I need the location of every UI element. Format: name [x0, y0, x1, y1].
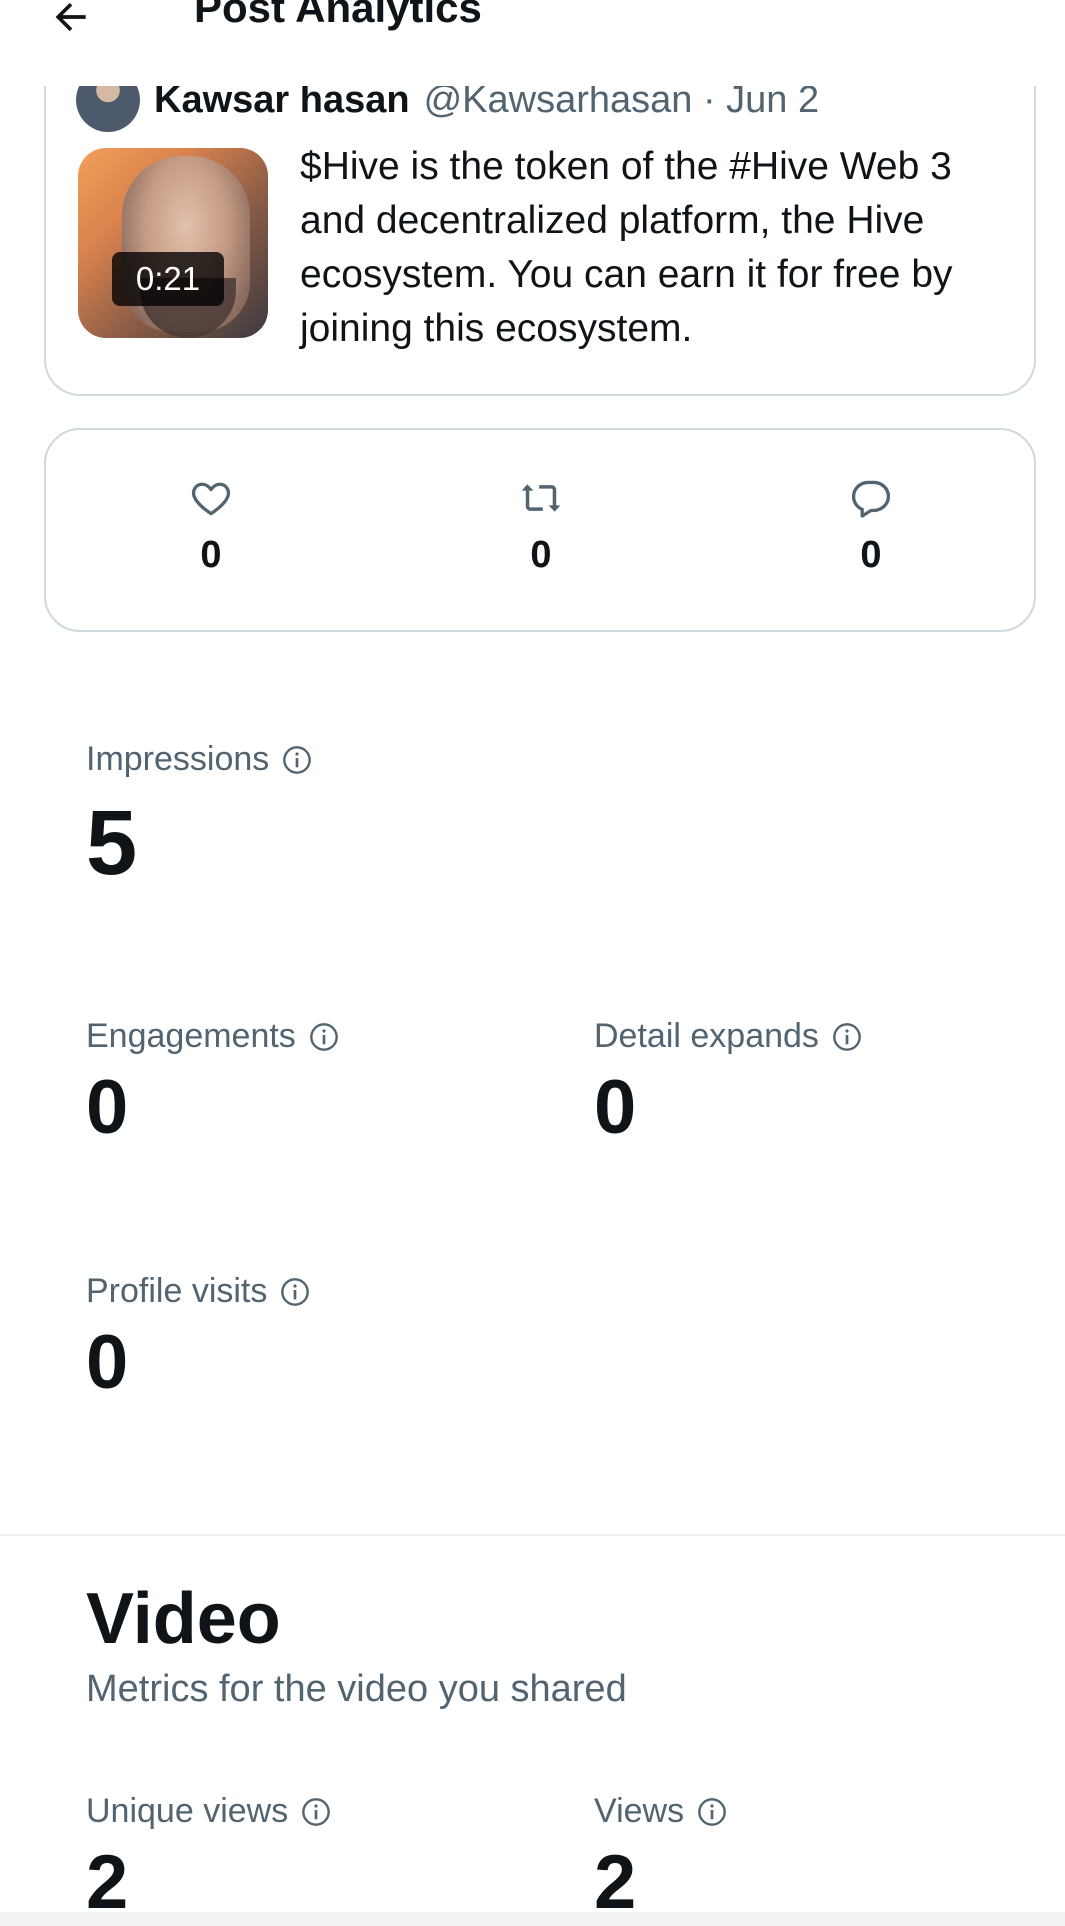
unique-views-metric: Unique views 2 — [86, 1792, 332, 1921]
info-icon[interactable] — [696, 1796, 728, 1828]
post-preview-card[interactable]: Kawsar hasan @Kawsarhasan · Jun 2 0:21 $… — [44, 40, 1036, 396]
reposts-count: 0 — [530, 534, 552, 576]
profile-visits-value: 0 — [86, 1320, 129, 1405]
reposts-stat[interactable]: 0 — [491, 476, 591, 577]
post-analytics-page: Post Analytics Kawsar hasan @Kawsarhasan… — [0, 0, 1065, 1926]
section-divider — [0, 1534, 1065, 1536]
engagement-summary-card: 0 0 0 — [44, 428, 1036, 632]
repost-icon — [521, 484, 561, 512]
video-section-subtitle: Metrics for the video you shared — [86, 1668, 627, 1710]
reply-bubble-icon — [851, 480, 891, 518]
info-icon[interactable] — [279, 1276, 311, 1308]
engagements-value: 0 — [86, 1065, 129, 1150]
info-icon[interactable] — [281, 744, 313, 776]
views-value: 2 — [594, 1840, 637, 1925]
impressions-label: Impressions — [86, 740, 270, 778]
arrow-left-icon — [55, 2, 86, 32]
heart-icon — [191, 482, 231, 516]
detail-expands-value: 0 — [594, 1065, 637, 1150]
info-icon[interactable] — [300, 1796, 332, 1828]
detail-expands-metric: Detail expands 0 — [594, 1017, 863, 1146]
replies-stat[interactable]: 0 — [821, 476, 921, 577]
video-thumbnail[interactable]: 0:21 — [78, 148, 268, 338]
views-metric: Views 2 — [594, 1792, 728, 1921]
post-text: $Hive is the token of the #Hive Web 3 an… — [300, 145, 953, 350]
profile-visits-metric: Profile visits 0 — [86, 1272, 311, 1401]
replies-count: 0 — [860, 534, 882, 576]
likes-stat[interactable]: 0 — [161, 476, 261, 577]
video-duration-badge: 0:21 — [112, 252, 224, 306]
profile-visits-label: Profile visits — [86, 1272, 268, 1310]
back-button[interactable] — [44, 0, 98, 44]
likes-count: 0 — [200, 534, 222, 576]
engagements-label: Engagements — [86, 1017, 296, 1055]
unique-views-label: Unique views — [86, 1792, 289, 1830]
bottom-edge-bar — [0, 1912, 1065, 1926]
impressions-metric: Impressions 5 — [86, 740, 313, 889]
info-icon[interactable] — [308, 1021, 340, 1053]
page-title: Post Analytics — [194, 0, 482, 31]
engagements-metric: Engagements 0 — [86, 1017, 340, 1146]
unique-views-value: 2 — [86, 1840, 129, 1925]
impressions-value: 5 — [86, 792, 138, 894]
video-section-title: Video — [86, 1579, 281, 1659]
top-app-bar: Post Analytics — [0, 0, 1065, 86]
views-label: Views — [594, 1792, 685, 1830]
detail-expands-label: Detail expands — [594, 1017, 819, 1055]
info-icon[interactable] — [831, 1021, 863, 1053]
